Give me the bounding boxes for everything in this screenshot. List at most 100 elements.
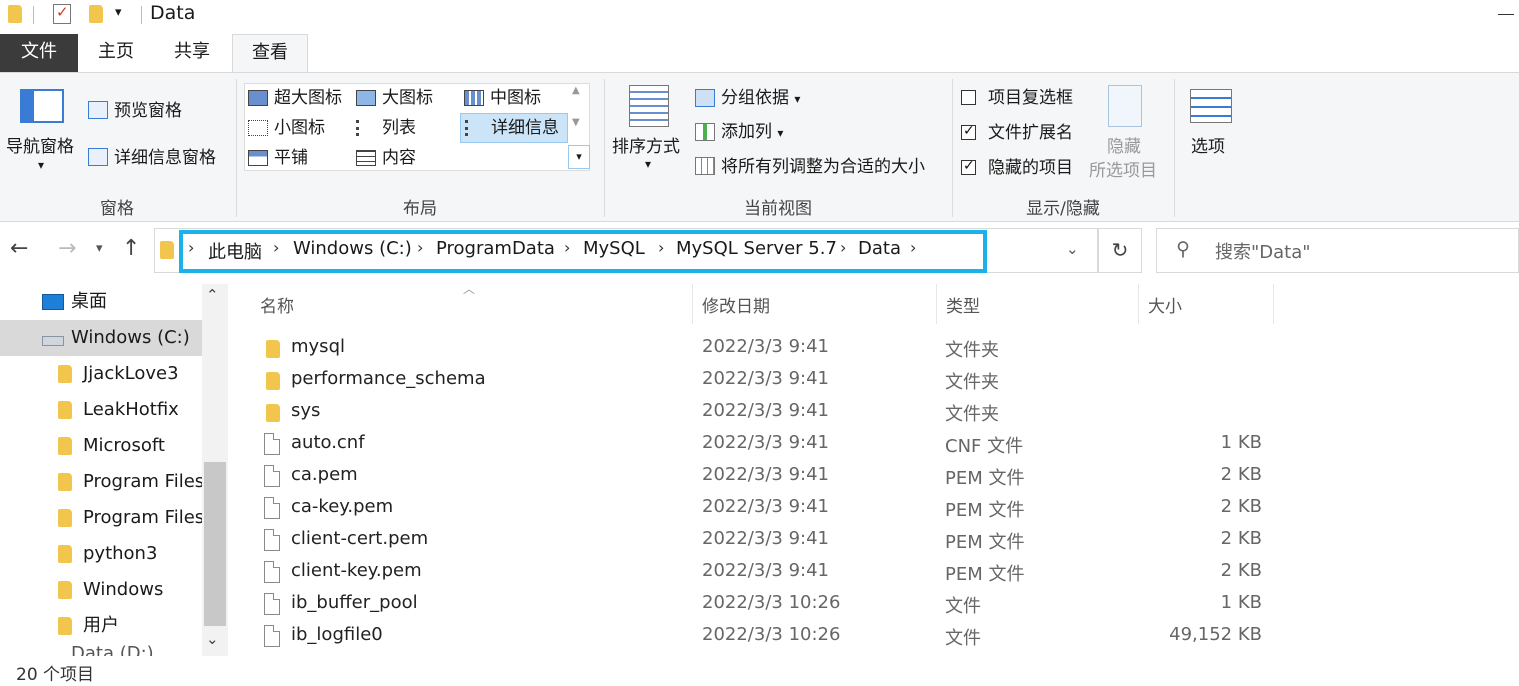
details-icon xyxy=(465,120,485,136)
layout-extra-large-icons[interactable]: 超大图标 xyxy=(244,86,342,110)
address-history-dropdown-icon[interactable]: ⌄ xyxy=(1066,240,1079,258)
tab-share[interactable]: 共享 xyxy=(160,34,224,72)
nav-item-windows-c[interactable]: Windows (C:) xyxy=(0,320,202,356)
nav-item-folder[interactable]: 用户 xyxy=(0,608,202,644)
tab-file[interactable]: 文件 xyxy=(0,34,78,72)
options-button[interactable]: 选项 xyxy=(1191,135,1225,159)
breadcrumb-chevron-icon[interactable]: › xyxy=(910,238,916,257)
file-row[interactable]: mysql 2022/3/3 9:41 文件夹 xyxy=(232,332,1512,364)
file-row[interactable]: sys 2022/3/3 9:41 文件夹 xyxy=(232,396,1512,428)
layout-details[interactable]: 详细信息 xyxy=(460,113,568,143)
scroll-up-icon[interactable]: ⌃ xyxy=(206,286,219,304)
add-column-icon xyxy=(695,123,715,141)
nav-item-folder[interactable]: Program Files xyxy=(0,500,202,536)
scroll-down-icon[interactable]: ⌄ xyxy=(206,630,219,648)
breadcrumb-mysql-server[interactable]: MySQL Server 5.7 xyxy=(676,238,837,259)
column-header-size[interactable]: 大小 xyxy=(1148,292,1182,317)
file-icon xyxy=(264,561,280,583)
column-divider[interactable] xyxy=(936,284,937,324)
item-checkboxes-label: 项目复选框 xyxy=(988,88,1073,108)
file-type: CNF 文件 xyxy=(945,436,1024,457)
layout-large-icons[interactable]: 大图标 xyxy=(352,86,433,110)
properties-icon[interactable]: ✓ xyxy=(53,3,71,24)
layout-small-icons[interactable]: 小图标 xyxy=(244,116,325,140)
column-divider[interactable] xyxy=(1138,284,1139,324)
breadcrumb-windows-c[interactable]: Windows (C:) xyxy=(293,238,412,259)
recent-locations-icon[interactable]: ▾ xyxy=(96,241,103,256)
file-date: 2022/3/3 9:41 xyxy=(702,432,829,453)
gallery-expand-icon[interactable]: ▾ xyxy=(568,145,590,169)
file-row[interactable]: ib_logfile0 2022/3/3 10:26 文件 49,152 KB xyxy=(232,620,1512,652)
size-all-columns-button[interactable]: 将所有列调整为合适的大小 xyxy=(721,155,925,179)
quick-access-dropdown-icon[interactable]: ▾ xyxy=(115,5,122,20)
file-type: 文件夹 xyxy=(945,404,999,425)
minimize-icon[interactable] xyxy=(1498,14,1514,15)
gallery-scroll-down-icon[interactable]: ▼ xyxy=(572,117,580,128)
breadcrumb-chevron-icon[interactable]: › xyxy=(564,238,570,257)
search-box[interactable] xyxy=(1156,228,1519,273)
file-row[interactable]: auto.cnf 2022/3/3 9:41 CNF 文件 1 KB xyxy=(232,428,1512,460)
folder-icon xyxy=(58,365,72,383)
column-divider[interactable] xyxy=(692,284,693,324)
hide-selected-button-line1[interactable]: 隐藏 xyxy=(1107,135,1141,159)
nav-item-folder[interactable]: LeakHotfix xyxy=(0,392,202,428)
breadcrumb-chevron-icon[interactable]: › xyxy=(188,238,194,257)
preview-pane-button[interactable]: 预览窗格 xyxy=(114,99,182,123)
nav-item-folder[interactable]: Program Files xyxy=(0,464,202,500)
column-header-date[interactable]: 修改日期 xyxy=(702,292,770,317)
navigation-pane-icon[interactable] xyxy=(20,89,64,123)
file-row[interactable]: ib_buffer_pool 2022/3/3 10:26 文件 1 KB xyxy=(232,588,1512,620)
breadcrumb-this-pc[interactable]: 此电脑 xyxy=(208,238,262,264)
nav-item-desktop[interactable]: 桌面 xyxy=(0,284,202,320)
nav-item-folder[interactable]: Windows xyxy=(0,572,202,608)
back-icon[interactable]: ← xyxy=(10,236,28,261)
small-icons-icon xyxy=(248,120,268,136)
chevron-down-icon[interactable]: ▾ xyxy=(38,153,44,177)
search-placeholder[interactable]: 搜索"Data" xyxy=(1215,238,1311,264)
new-folder-icon[interactable] xyxy=(89,5,103,23)
nav-item-folder[interactable]: Microsoft xyxy=(0,428,202,464)
layout-content[interactable]: 内容 xyxy=(352,146,416,170)
sort-by-icon xyxy=(629,85,669,127)
nav-item-folder[interactable]: JjackLove3 xyxy=(0,356,202,392)
group-by-button[interactable]: 分组依据 ▾ xyxy=(721,86,800,111)
forward-icon[interactable]: → xyxy=(58,236,76,261)
hidden-items-checkbox[interactable] xyxy=(961,158,976,175)
breadcrumb-mysql[interactable]: MySQL xyxy=(583,238,645,259)
file-type: 文件 xyxy=(945,596,981,617)
tab-view[interactable]: 查看 xyxy=(232,34,308,73)
folder-icon xyxy=(58,617,72,635)
file-extensions-checkbox[interactable] xyxy=(961,123,976,140)
refresh-icon[interactable]: ↻ xyxy=(1098,228,1142,273)
breadcrumb-programdata[interactable]: ProgramData xyxy=(436,238,555,259)
nav-item-folder[interactable]: python3 xyxy=(0,536,202,572)
item-checkboxes-checkbox[interactable] xyxy=(961,90,976,105)
breadcrumb-data[interactable]: Data xyxy=(858,238,901,259)
tab-home[interactable]: 主页 xyxy=(84,34,148,72)
file-row[interactable]: performance_schema 2022/3/3 9:41 文件夹 xyxy=(232,364,1512,396)
breadcrumb-chevron-icon[interactable]: › xyxy=(417,238,423,257)
layout-tiles[interactable]: 平铺 xyxy=(244,146,308,170)
file-row[interactable]: client-key.pem 2022/3/3 9:41 PEM 文件 2 KB xyxy=(232,556,1512,588)
file-row[interactable]: ca-key.pem 2022/3/3 9:41 PEM 文件 2 KB xyxy=(232,492,1512,524)
add-column-button[interactable]: 添加列 ▾ xyxy=(721,120,783,145)
breadcrumb-chevron-icon[interactable]: › xyxy=(658,238,664,257)
folder-icon xyxy=(266,404,280,422)
breadcrumb-chevron-icon[interactable]: › xyxy=(273,238,279,257)
ribbon: 导航窗格 ▾ 预览窗格 详细信息窗格 窗格 超大图标 大图标 中图标 小图标 列… xyxy=(0,72,1519,222)
file-row[interactable]: ca.pem 2022/3/3 9:41 PEM 文件 2 KB xyxy=(232,460,1512,492)
nav-scrollbar-thumb[interactable] xyxy=(204,462,226,626)
nav-item-partial[interactable]: Data (D:) xyxy=(0,644,202,656)
breadcrumb-chevron-icon[interactable]: › xyxy=(840,238,846,257)
details-pane-button[interactable]: 详细信息窗格 xyxy=(114,146,216,170)
column-header-type[interactable]: 类型 xyxy=(946,292,980,317)
gallery-scroll-up-icon[interactable]: ▲ xyxy=(572,85,580,96)
file-row[interactable]: client-cert.pem 2022/3/3 9:41 PEM 文件 2 KB xyxy=(232,524,1512,556)
column-header-name[interactable]: 名称 xyxy=(260,292,294,317)
layout-list[interactable]: 列表 xyxy=(352,116,416,140)
column-divider[interactable] xyxy=(1273,284,1274,324)
hide-selected-button-line2[interactable]: 所选项目 xyxy=(1089,159,1157,183)
layout-medium-icons[interactable]: 中图标 xyxy=(460,86,541,110)
up-icon[interactable]: ↑ xyxy=(122,236,140,261)
chevron-down-icon[interactable]: ▾ xyxy=(645,152,651,176)
